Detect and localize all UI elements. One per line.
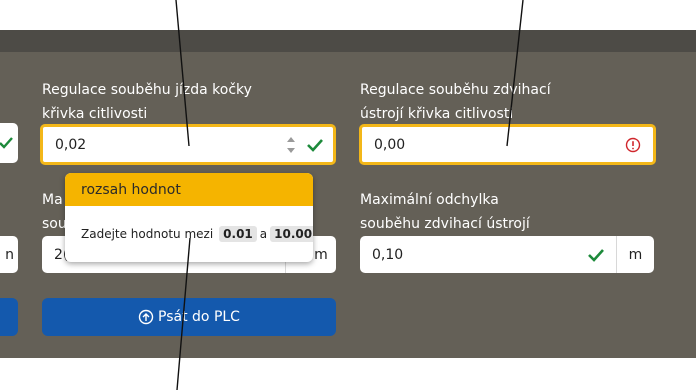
leader-line-tooltip <box>176 237 191 390</box>
annotation-leader-lines <box>175 0 524 390</box>
leader-line-error <box>506 0 524 147</box>
leader-line-input <box>175 0 190 147</box>
